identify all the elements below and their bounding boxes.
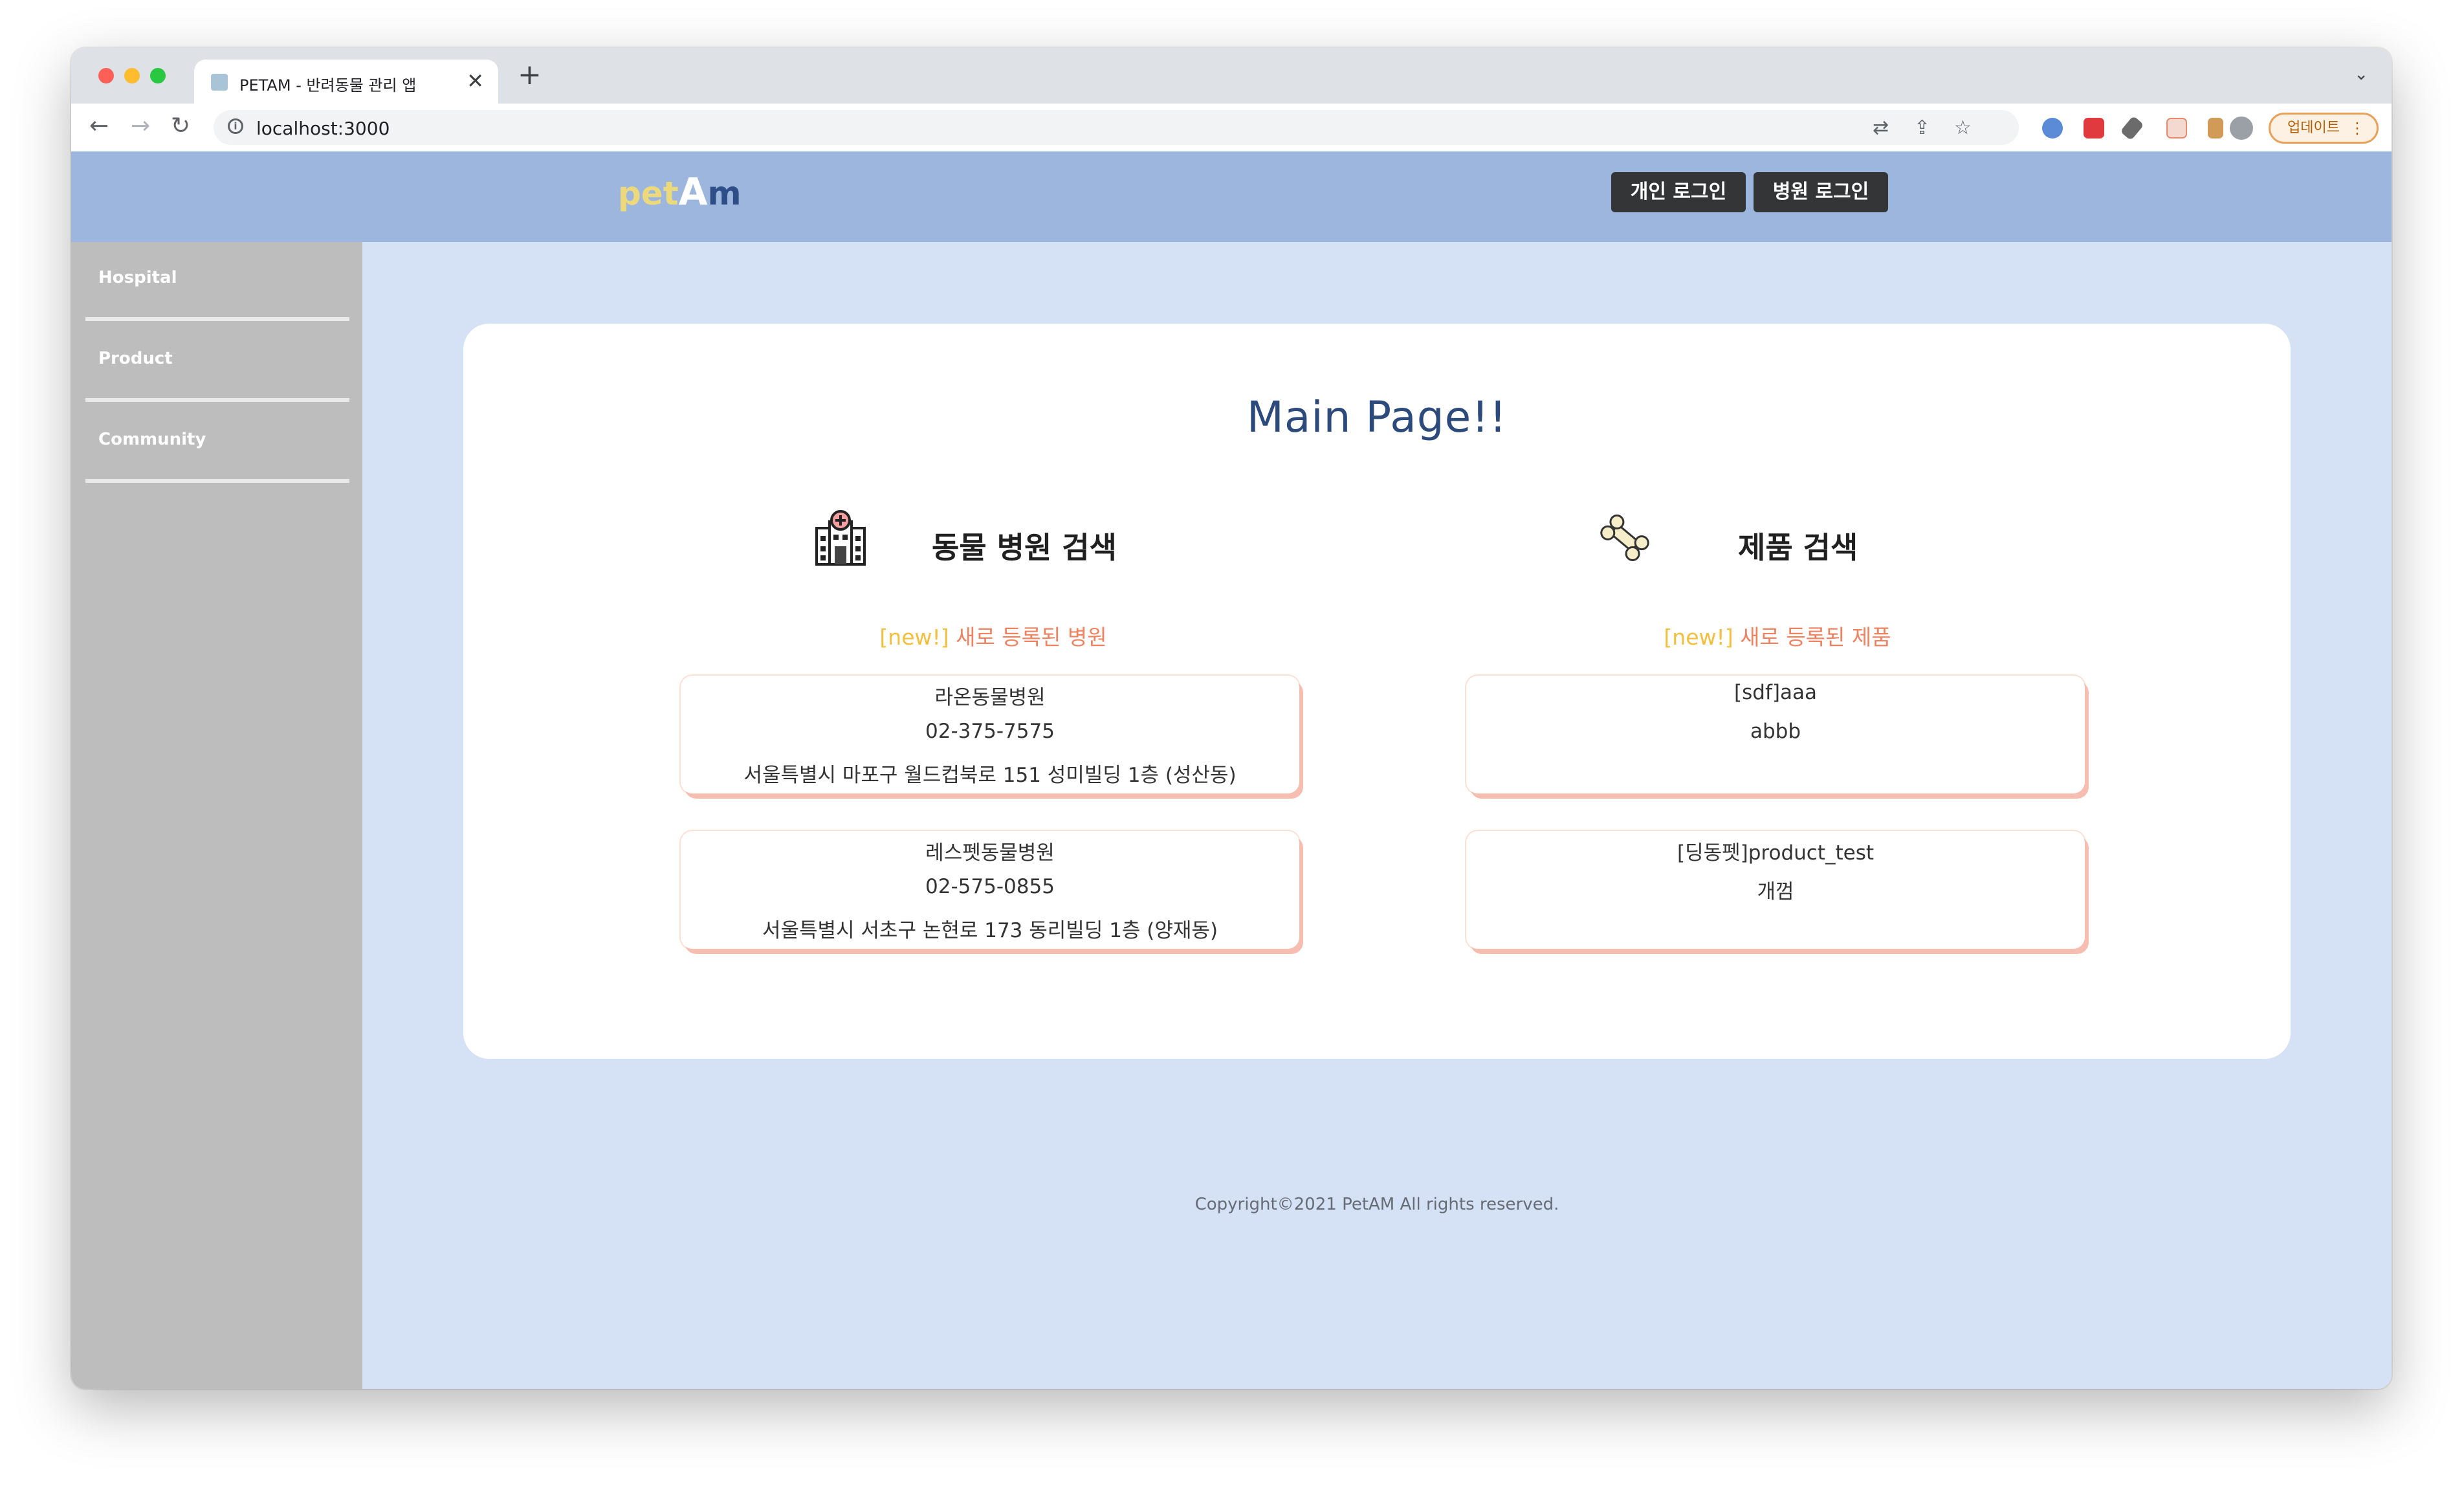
- extension-compass-icon[interactable]: [2042, 118, 2063, 139]
- new-tag: [new!]: [1664, 625, 1733, 650]
- personal-login-button[interactable]: 개인 로그인: [1611, 172, 1746, 212]
- extension-red-icon[interactable]: [2084, 118, 2104, 139]
- product-name: [딩동펫]product_test: [1677, 841, 1874, 865]
- hospital-login-button[interactable]: 병원 로그인: [1754, 172, 1888, 212]
- site-info-icon[interactable]: i: [228, 118, 243, 134]
- hospital-address: 서울특별시 마포구 월드컵북로 151 성미빌딩 1층 (성산동): [743, 764, 1237, 787]
- browser-toolbar: ← → ↻ i localhost:3000 ⇄ ⇪ ☆ 업데이트 ⋮: [71, 104, 2392, 153]
- tab-strip: PETAM - 반려동물 관리 앱 ✕ + ⌄: [71, 48, 2392, 104]
- hospital-name: 라온동물병원: [934, 686, 1046, 709]
- sidebar-item-hospital[interactable]: Hospital: [85, 242, 349, 321]
- profile-avatar-icon[interactable]: [2230, 116, 2253, 140]
- favicon-icon: [211, 74, 228, 91]
- sidebar-item-product[interactable]: Product: [85, 323, 349, 402]
- sidebar: Hospital Product Community: [71, 242, 362, 1389]
- hospital-phone: 02-575-0855: [925, 875, 1055, 898]
- menu-dots-icon[interactable]: ⋮: [2349, 115, 2365, 142]
- tab-close-icon[interactable]: ✕: [467, 69, 484, 93]
- product-card[interactable]: [sdf]aaa abbb: [1466, 676, 2085, 793]
- new-tag: [new!]: [879, 625, 949, 650]
- product-description: abbb: [1750, 720, 1801, 743]
- product-search-title: 제품 검색: [1738, 530, 1858, 565]
- hospital-card[interactable]: 레스펫동물병원 02-575-0855 서울특별시 서초구 논현로 173 동리…: [681, 831, 1299, 949]
- maximize-window-button[interactable]: [150, 68, 166, 83]
- back-arrow-icon[interactable]: ←: [89, 111, 109, 141]
- extension-eyedropper-icon[interactable]: [2120, 115, 2144, 141]
- url-text[interactable]: localhost:3000: [256, 118, 390, 139]
- new-hospitals-label: [new!] 새로 등록된 병원: [681, 620, 1306, 651]
- new-products-text: 새로 등록된 제품: [1733, 625, 1891, 650]
- hospital-card[interactable]: 라온동물병원 02-375-7575 서울특별시 마포구 월드컵북로 151 성…: [681, 676, 1299, 793]
- logo-pet: pet: [618, 175, 679, 212]
- sidebar-item-community[interactable]: Community: [85, 404, 349, 483]
- product-description: 개껌: [1757, 880, 1794, 904]
- main-card: Main Page!! 동물 병원 검색 [new!] 새로 등록된 병원 라온…: [463, 324, 2291, 1059]
- sidebar-item-label: Hospital: [98, 268, 177, 287]
- forward-arrow-icon[interactable]: →: [131, 111, 150, 141]
- hospital-search-heading[interactable]: 동물 병원 검색: [813, 509, 1136, 573]
- page-title: Main Page!!: [1246, 392, 1508, 442]
- footer-copyright: Copyright©2021 PetAM All rights reserved…: [1194, 1195, 1559, 1214]
- logo-a: A: [678, 170, 708, 214]
- hospital-name: 레스펫동물병원: [925, 841, 1055, 865]
- translate-icon[interactable]: ⇄: [1873, 116, 1889, 139]
- product-name: [sdf]aaa: [1734, 681, 1817, 704]
- hospital-search-title: 동물 병원 검색: [932, 530, 1117, 565]
- bookmark-star-icon[interactable]: ☆: [1954, 116, 1972, 139]
- tab-search-icon[interactable]: ⌄: [2354, 65, 2368, 84]
- logo-m: m: [707, 175, 742, 212]
- product-search-heading[interactable]: 제품 검색: [1597, 509, 1888, 573]
- update-button[interactable]: 업데이트 ⋮: [2269, 113, 2379, 144]
- sidebar-item-label: Product: [98, 349, 173, 368]
- hospital-icon: [815, 510, 866, 566]
- sidebar-item-label: Community: [98, 430, 206, 449]
- site-logo[interactable]: petAm: [618, 170, 742, 214]
- page-viewport: petAm 개인 로그인 병원 로그인 Hospital Product Com…: [71, 151, 2392, 1389]
- update-label: 업데이트: [2287, 120, 2340, 136]
- share-icon[interactable]: ⇪: [1914, 116, 1930, 139]
- browser-window: PETAM - 반려동물 관리 앱 ✕ + ⌄ ← → ↻ i localhos…: [71, 48, 2392, 1389]
- site-header: petAm 개인 로그인 병원 로그인: [71, 151, 2392, 242]
- reload-icon[interactable]: ↻: [171, 111, 190, 141]
- new-hospitals-text: 새로 등록된 병원: [949, 625, 1107, 650]
- close-window-button[interactable]: [98, 68, 114, 83]
- tab-title: PETAM - 반려동물 관리 앱: [239, 76, 417, 94]
- product-card[interactable]: [딩동펫]product_test 개껌: [1466, 831, 2085, 949]
- hospital-phone: 02-375-7575: [925, 720, 1055, 743]
- extension-window-icon[interactable]: [2166, 118, 2187, 139]
- browser-tab[interactable]: PETAM - 반려동물 관리 앱 ✕: [194, 60, 498, 104]
- hospital-address: 서울특별시 서초구 논현로 173 동리빌딩 1층 (양재동): [762, 919, 1218, 942]
- new-products-label: [new!] 새로 등록된 제품: [1465, 620, 2090, 651]
- new-tab-button[interactable]: +: [518, 61, 542, 89]
- address-bar[interactable]: i localhost:3000 ⇄ ⇪ ☆: [214, 110, 2019, 145]
- minimize-window-button[interactable]: [124, 68, 140, 83]
- extension-brush-icon[interactable]: [2208, 118, 2223, 139]
- bone-icon: [1600, 515, 1649, 561]
